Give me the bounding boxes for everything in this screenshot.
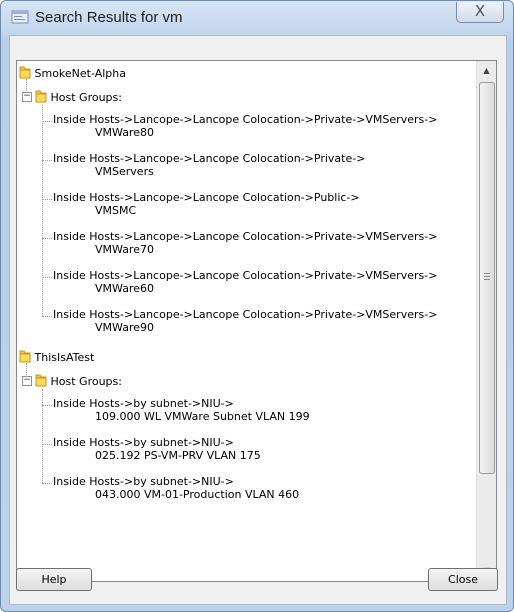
result-name: VMWare60 [95,282,154,295]
domain-node[interactable]: SmokeNet-Alpha [19,65,126,82]
close-button[interactable]: Close [428,568,498,591]
thumb-grip [484,273,490,274]
tree-connector [26,79,27,91]
result-name: VMWare70 [95,243,154,256]
collapse-toggle-icon[interactable]: − [22,92,32,102]
search-result-item[interactable]: Inside Hosts->by subnet->NIU-> 043.000 VM… [53,475,299,501]
folder-icon [35,89,47,106]
result-name: 109.000 WL VMWare Subnet VLAN 199 [95,410,310,423]
result-name: VMSMC [95,204,137,217]
folder-icon [35,373,47,390]
result-path: Inside Hosts->Lancope->Lancope Colocatio… [53,269,438,282]
result-path: Inside Hosts->Lancope->Lancope Colocatio… [53,113,438,126]
tree-connector [42,483,52,484]
result-name: VMServers [95,165,154,178]
search-result-item[interactable]: Inside Hosts->Lancope->Lancope Colocatio… [53,230,437,256]
result-path: Inside Hosts->by subnet->NIU-> [53,475,234,488]
domain-label: SmokeNet-Alpha [34,67,127,80]
group-label: Host Groups: [50,91,122,104]
title-bar[interactable]: Search Results for vm X [1,1,513,35]
results-tree[interactable]: SmokeNet-Alpha − Host Groups: Inside Hosts… [16,60,497,582]
tree-connector [42,199,52,200]
tree-connector [26,363,27,375]
tree-connector [42,405,52,406]
host-groups-node[interactable]: Host Groups: [35,89,122,106]
result-path: Inside Hosts->Lancope->Lancope Colocatio… [53,308,438,321]
vertical-scrollbar[interactable]: ▲ ▼ [476,61,496,581]
window-icon [11,9,29,25]
scrollbar-thumb[interactable] [479,82,495,474]
folder-icon [19,349,31,366]
folder-icon [19,65,31,82]
search-result-item[interactable]: Inside Hosts->Lancope->Lancope Colocatio… [53,308,437,334]
search-result-item[interactable]: Inside Hosts->Lancope->Lancope Colocatio… [53,152,365,178]
result-path: Inside Hosts->by subnet->NIU-> [53,397,234,410]
window-close-button[interactable]: X [456,2,504,23]
domain-label: ThisIsATest [34,351,95,364]
result-name: 043.000 VM-01-Production VLAN 460 [95,488,300,501]
tree-connector [42,444,52,445]
result-name: VMWare90 [95,321,154,334]
dialog-body: SmokeNet-Alpha − Host Groups: Inside Hosts… [9,35,507,605]
thumb-grip [484,276,490,277]
result-name: 025.192 PS-VM-PRV VLAN 175 [95,449,261,462]
search-result-item[interactable]: Inside Hosts->by subnet->NIU-> 025.192 PS… [53,436,261,462]
tree-connector [42,277,52,278]
tree-connector [42,238,52,239]
tree-content: SmokeNet-Alpha − Host Groups: Inside Hosts… [17,61,475,581]
help-button[interactable]: Help [16,568,92,591]
search-results-dialog: Search Results for vm X SmokeNet-Alpha − … [0,0,514,612]
result-name: VMWare80 [95,126,154,139]
tree-connector [42,316,52,317]
tree-connector [42,160,52,161]
result-path: Inside Hosts->Lancope->Lancope Colocatio… [53,230,438,243]
result-path: Inside Hosts->Lancope->Lancope Colocatio… [53,191,360,204]
thumb-grip [484,279,490,280]
collapse-toggle-icon[interactable]: − [22,376,32,386]
search-result-item[interactable]: Inside Hosts->by subnet->NIU-> 109.000 WL… [53,397,310,423]
tree-connector [42,389,43,483]
search-result-item[interactable]: Inside Hosts->Lancope->Lancope Colocatio… [53,269,437,295]
group-label: Host Groups: [50,375,122,388]
tree-connector [42,105,43,316]
search-result-item[interactable]: Inside Hosts->Lancope->Lancope Colocatio… [53,113,437,139]
domain-node[interactable]: ThisIsATest [19,349,94,366]
search-result-item[interactable]: Inside Hosts->Lancope->Lancope Colocatio… [53,191,360,217]
window-title: Search Results for vm [35,9,183,26]
tree-connector [42,121,52,122]
scroll-up-arrow-icon[interactable]: ▲ [478,62,495,79]
result-path: Inside Hosts->Lancope->Lancope Colocatio… [53,152,366,165]
close-icon: X [474,2,486,20]
host-groups-node[interactable]: Host Groups: [35,373,122,390]
result-path: Inside Hosts->by subnet->NIU-> [53,436,234,449]
